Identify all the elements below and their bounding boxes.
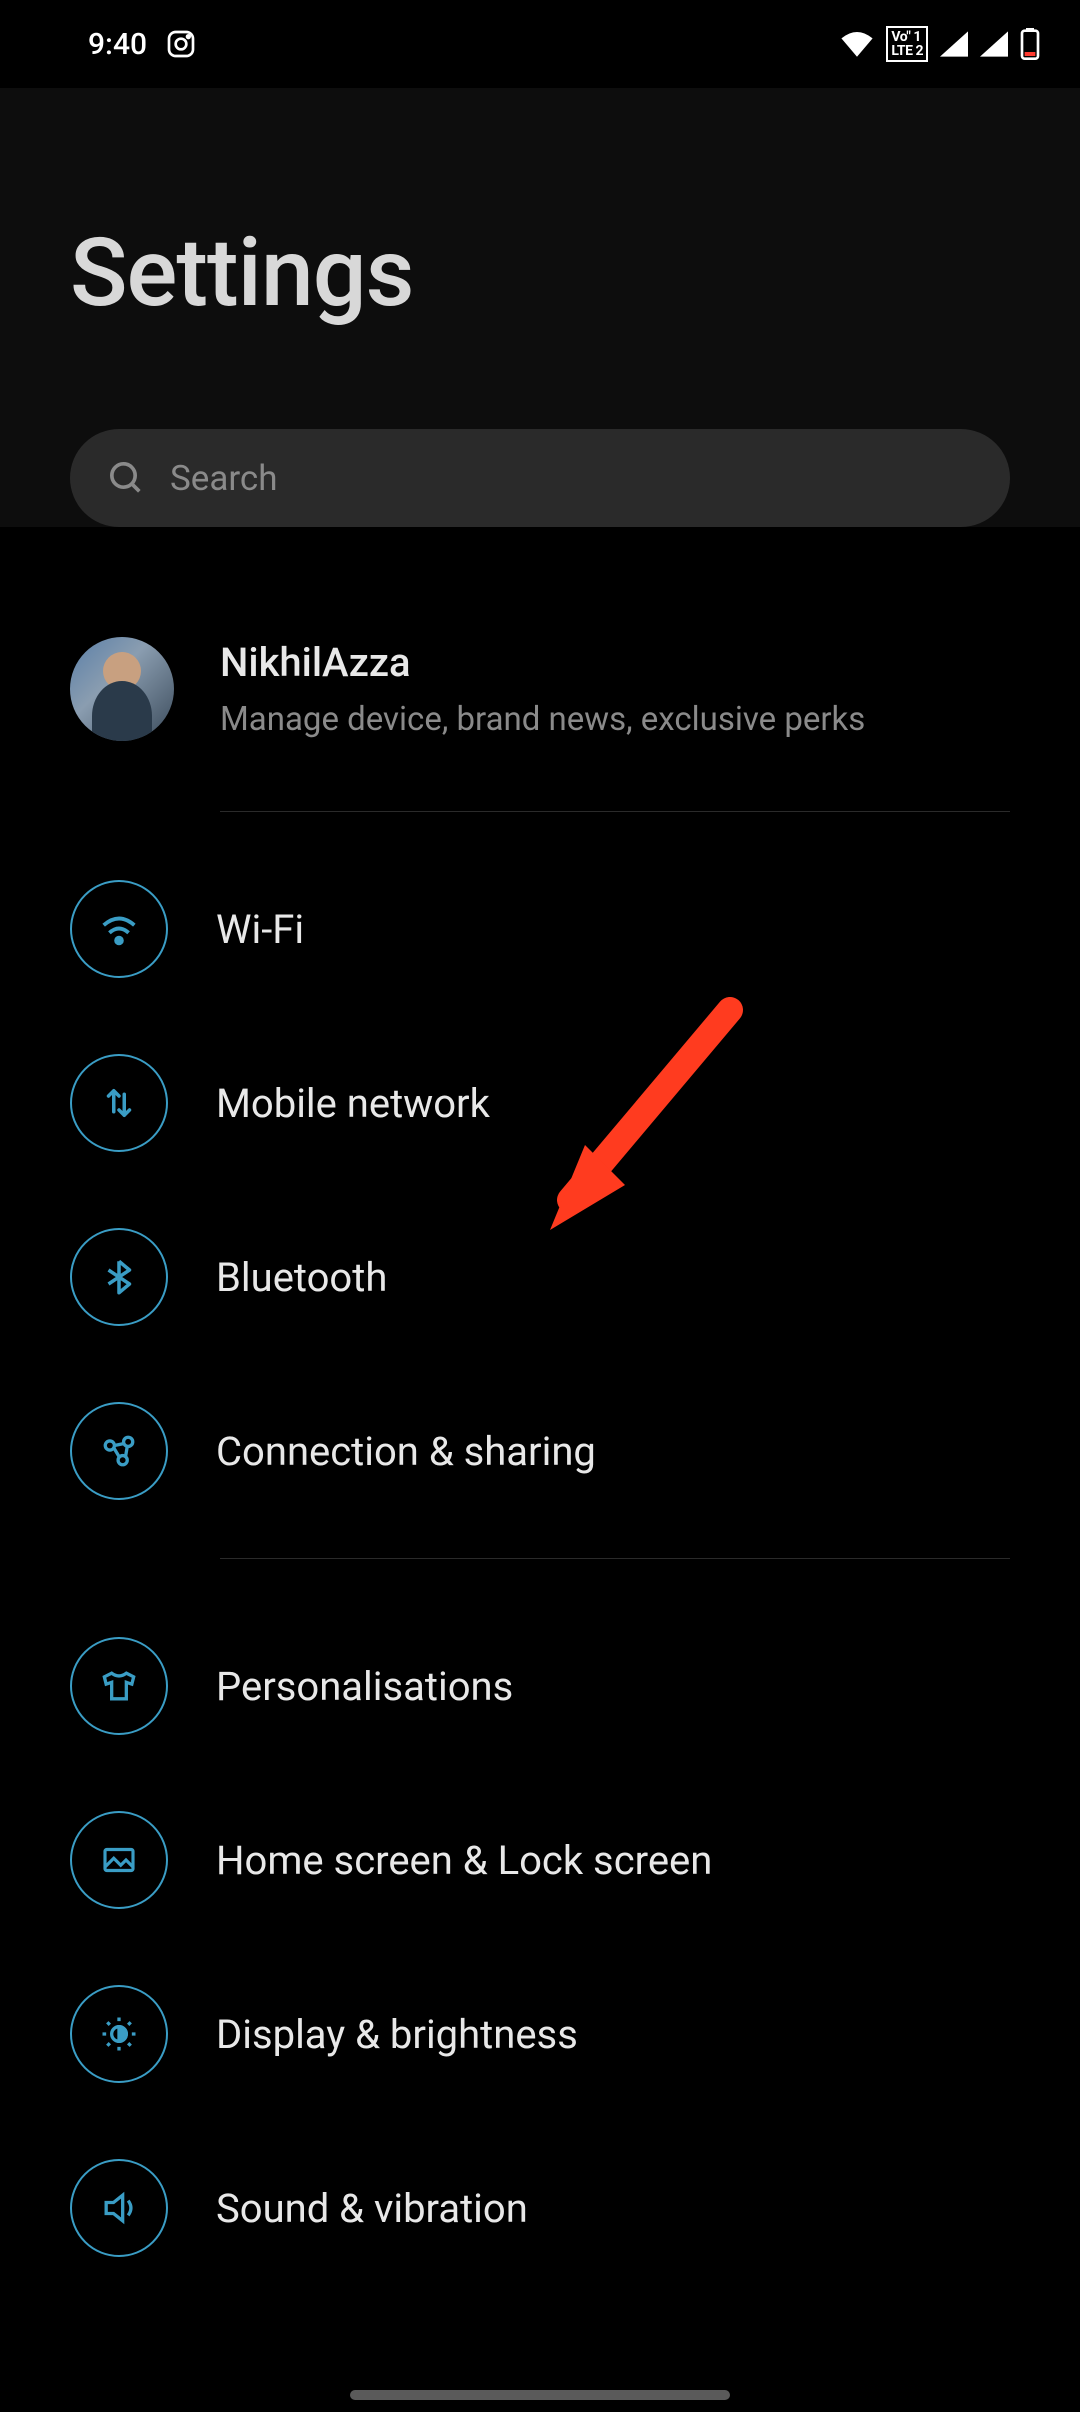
wifi-icon xyxy=(70,880,168,978)
signal-2-icon xyxy=(980,31,1008,57)
item-label: Wi-Fi xyxy=(216,906,304,953)
volte-indicator: Vo" 1 LTE 2 xyxy=(886,26,928,62)
battery-icon xyxy=(1020,28,1040,60)
search-icon xyxy=(106,458,146,498)
tshirt-icon xyxy=(70,1637,168,1735)
search-bar[interactable]: Search xyxy=(70,429,1010,527)
item-label: Personalisations xyxy=(216,1663,513,1710)
signal-1-icon xyxy=(940,31,968,57)
group-divider xyxy=(220,1558,1010,1559)
item-label: Mobile network xyxy=(216,1080,490,1127)
item-label: Sound & vibration xyxy=(216,2185,528,2232)
brightness-icon xyxy=(70,1985,168,2083)
sound-icon xyxy=(70,2159,168,2257)
settings-item-display-brightness[interactable]: Display & brightness xyxy=(70,1947,1010,2121)
settings-item-wifi[interactable]: Wi-Fi xyxy=(70,842,1010,1016)
share-icon xyxy=(70,1402,168,1500)
settings-item-connection-sharing[interactable]: Connection & sharing xyxy=(70,1364,1010,1538)
item-label: Display & brightness xyxy=(216,2011,578,2058)
mobile-data-icon xyxy=(70,1054,168,1152)
settings-item-mobile-network[interactable]: Mobile network xyxy=(70,1016,1010,1190)
item-label: Bluetooth xyxy=(216,1254,387,1301)
settings-group-display: Personalisations Home screen & Lock scre… xyxy=(70,1589,1010,2295)
status-bar: 9:40 Vo" 1 LTE 2 xyxy=(0,0,1080,88)
wifi-status-icon xyxy=(840,31,874,57)
settings-item-personalisations[interactable]: Personalisations xyxy=(70,1599,1010,1773)
settings-item-sound-vibration[interactable]: Sound & vibration xyxy=(70,2121,1010,2295)
account-row[interactable]: NikhilAzza Manage device, brand news, ex… xyxy=(70,527,1010,811)
item-label: Connection & sharing xyxy=(216,1428,596,1475)
account-subtitle: Manage device, brand news, exclusive per… xyxy=(220,700,865,739)
instagram-icon xyxy=(165,28,197,60)
avatar xyxy=(70,637,174,741)
item-label: Home screen & Lock screen xyxy=(216,1837,712,1884)
search-placeholder: Search xyxy=(170,458,278,499)
navigation-handle[interactable] xyxy=(350,2390,730,2400)
settings-group-connectivity: Wi-Fi Mobile network Bluetooth xyxy=(70,812,1010,1538)
settings-item-bluetooth[interactable]: Bluetooth xyxy=(70,1190,1010,1364)
page-title: Settings xyxy=(70,218,1010,329)
status-time: 9:40 xyxy=(88,27,147,62)
account-name: NikhilAzza xyxy=(220,639,865,686)
settings-item-home-lock[interactable]: Home screen & Lock screen xyxy=(70,1773,1010,1947)
header: Settings Search xyxy=(0,88,1080,527)
image-icon xyxy=(70,1811,168,1909)
bluetooth-icon xyxy=(70,1228,168,1326)
